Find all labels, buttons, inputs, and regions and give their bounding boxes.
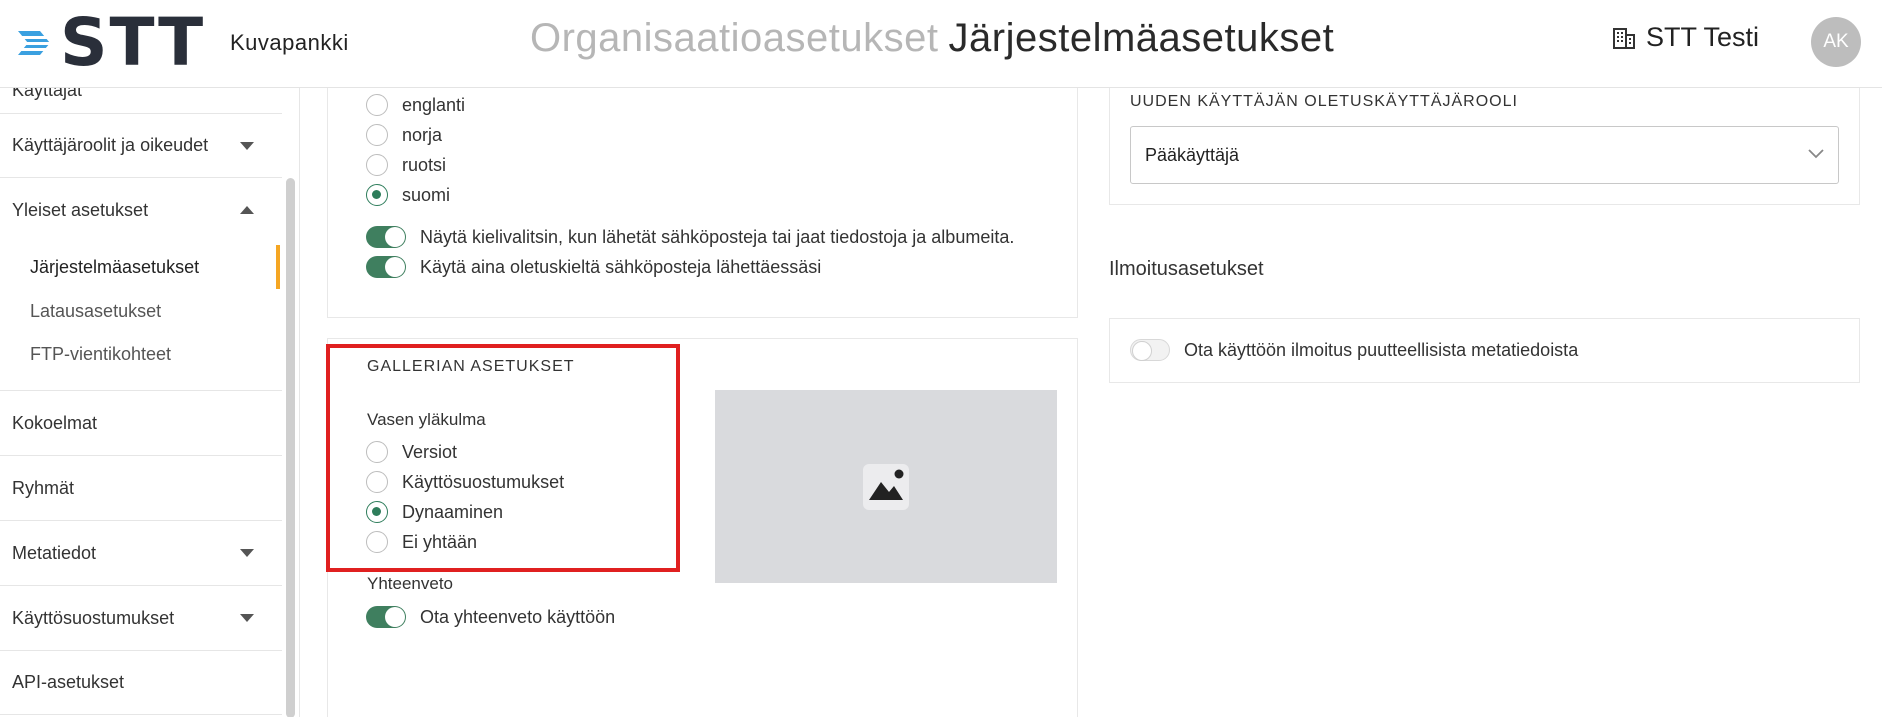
radio-language-swedish[interactable]: ruotsi [366,154,446,176]
radio-language-english[interactable]: englanti [366,94,465,116]
toggle-switch[interactable] [366,606,406,628]
radio-circle[interactable] [366,94,388,116]
logo-mark-icon [18,31,50,55]
sidebar-item-label: Käyttösuostumukset [12,607,175,628]
chevron-down-icon [240,549,254,557]
logo-subtitle: Kuvapankki [230,30,349,55]
building-icon [1613,27,1635,49]
organization-name: STT Testi [1646,22,1760,52]
sidebar-subitem-system[interactable]: Järjestelmäasetukset [30,257,199,278]
notifications-heading: Ilmoitusasetukset [1109,258,1264,280]
toggle-switch[interactable] [1130,339,1170,361]
active-indicator [276,245,280,289]
sidebar-item-collections[interactable]: Kokoelmat [0,391,282,456]
toggle-metadata-notification[interactable]: Ota käyttöön ilmoitus puutteellisista me… [1130,339,1578,361]
radio-label: suomi [402,184,451,205]
sidebar-item-groups[interactable]: Ryhmät [0,456,282,521]
radio-circle[interactable] [366,124,388,146]
summary-label: Yhteenveto [367,574,454,593]
select-value: Pääkäyttäjä [1145,144,1240,165]
gallery-preview-image [715,390,1057,583]
highlight-box [326,344,680,572]
sidebar-item-label: Metatiedot [12,542,97,563]
sidebar-item-label: Ryhmät [12,477,75,498]
default-role-select[interactable]: Pääkäyttäjä [1130,126,1839,184]
sidebar-subitem-upload[interactable]: Latausasetukset [30,301,161,322]
toggle-label: Ota käyttöön ilmoitus puutteellisista me… [1184,339,1579,360]
radio-language-norwegian[interactable]: norja [366,124,442,146]
role-caption: UUDEN KÄYTTÄJÄN OLETUSKÄYTTÄJÄROOLI [1130,93,1518,110]
app-header: STT Kuvapankki Organisaatioasetukset Järj… [0,0,1882,88]
toggle-switch[interactable] [366,256,406,278]
radio-circle[interactable] [366,154,388,176]
sidebar-scrollbar[interactable] [286,178,295,717]
sidebar-item-general[interactable]: Yleiset asetukset [0,178,282,242]
user-avatar[interactable]: AK [1811,17,1861,67]
toggle-label: Käytä aina oletuskieltä sähköposteja läh… [420,256,822,277]
sidebar-item-users[interactable]: Käyttäjät [0,88,282,114]
radio-circle-selected[interactable] [366,184,388,206]
toggle-label: Näytä kielivalitsin, kun lähetät sähköpo… [420,226,1015,247]
sidebar-item-label: Kokoelmat [12,412,98,433]
sidebar-item-label: Yleiset asetukset [12,199,149,220]
radio-label: englanti [402,94,466,115]
logo-text: STT [60,4,206,81]
sidebar-item-label: Käyttäjät [12,88,83,100]
organization-selector[interactable]: STT Testi [1612,22,1759,53]
sidebar-item-consents[interactable]: Käyttösuostumukset [0,586,282,651]
sidebar-item-metadata[interactable]: Metatiedot [0,521,282,586]
page-title: Organisaatioasetukset Järjestelmäasetukse… [530,16,1334,61]
radio-label: ruotsi [402,154,447,175]
sidebar-item-label: API-asetukset [12,672,125,692]
toggle-language-selector[interactable]: Näytä kielivalitsin, kun lähetät sähköpo… [366,226,1014,248]
chevron-down-icon [240,141,254,150]
chevron-up-icon [240,206,254,214]
sidebar-item-label: Käyttäjäroolit ja oikeudet [12,135,209,155]
sidebar-subitem-ftp[interactable]: FTP-vientikohteet [30,344,171,365]
radio-label: norja [402,124,443,145]
toggle-switch[interactable] [366,226,406,248]
image-placeholder-icon [863,463,909,510]
sidebar-item-roles[interactable]: Käyttäjäroolit ja oikeudet [0,114,282,178]
stt-logo[interactable]: STT [14,4,206,81]
chevron-down-icon [1808,149,1824,159]
toggle-label: Ota yhteenveto käyttöön [420,606,616,627]
sidebar-item-api[interactable]: API-asetukset [0,651,282,715]
breadcrumb-parent[interactable]: Organisaatioasetukset [530,16,939,60]
breadcrumb-current: Järjestelmäasetukset [948,16,1335,60]
sidebar: Käyttäjät Käyttäjäroolit ja oikeudet Yle… [0,88,300,717]
radio-language-finnish[interactable]: suomi [366,184,450,206]
toggle-summary[interactable]: Ota yhteenveto käyttöön [366,606,615,628]
chevron-down-icon [240,614,254,622]
toggle-default-language[interactable]: Käytä aina oletuskieltä sähköposteja läh… [366,256,821,278]
